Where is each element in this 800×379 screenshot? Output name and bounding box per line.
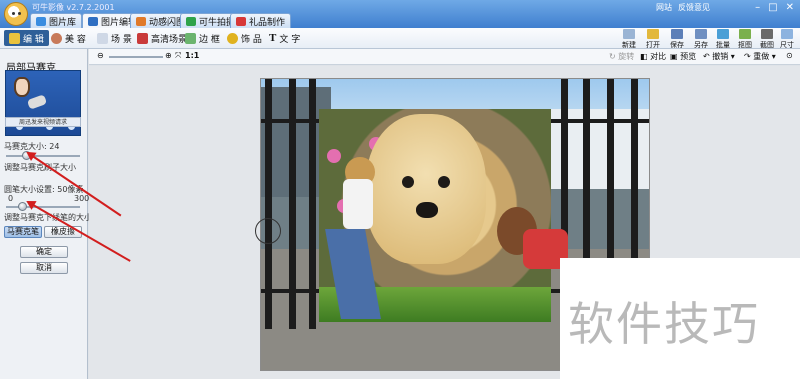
undo-button[interactable]: ↶ 撤销 ▾ — [703, 51, 735, 62]
module-text[interactable]: T 文 字 — [264, 30, 305, 46]
module-scene[interactable]: 场 景 — [92, 30, 137, 46]
zoom-out-icon[interactable]: ⊖ — [97, 51, 104, 60]
compare-button[interactable]: ◧ 对比 — [640, 51, 666, 62]
new-icon — [623, 29, 635, 39]
decoration-icon — [227, 32, 238, 44]
video-request-notice[interactable]: 周迅发来视频请求 — [5, 117, 81, 127]
fit-icon[interactable]: ⤧ — [175, 51, 181, 61]
zoom-slider-track[interactable] — [109, 56, 163, 58]
tab-image-library[interactable]: 图片库 — [30, 13, 83, 28]
mosaic-pen-button[interactable]: 马赛克笔 — [4, 226, 42, 238]
confirm-button[interactable]: 确定 — [20, 246, 68, 258]
watermark-box: 软件技巧 — [560, 258, 800, 379]
text-icon: T — [269, 32, 277, 44]
redo-button[interactable]: ↷ 重做 ▾ — [744, 51, 776, 62]
feedback-link[interactable]: 反馈意见 — [678, 2, 710, 13]
module-border[interactable]: 边 框 — [180, 30, 225, 46]
cancel-button[interactable]: 取消 — [20, 262, 68, 274]
animated-icon — [136, 16, 146, 26]
title-bar: 可牛影像 v2.7.2.2001 图片库 图片编辑 动感闪图 可牛拍摄 礼品制作… — [0, 0, 800, 28]
new-button[interactable]: 新建 — [618, 29, 640, 49]
mosaic-panel: 局部马赛克 周迅发来视频请求 马赛克大小: 24 调整马赛克刷子大小 圆笔大小设… — [0, 49, 92, 379]
resize-icon — [781, 29, 793, 39]
cutout-button[interactable]: 抠图 — [734, 29, 756, 49]
watermark-text: 软件技巧 — [568, 297, 760, 351]
camera-icon — [186, 16, 196, 26]
image-library-icon — [36, 16, 46, 26]
save-as-icon — [695, 29, 707, 39]
image-toolbar: ⊖ ⊕ ⤧ 1:1 ↻ 旋转 ◧ 对比 ▣ 预览 ↶ 撤销 ▾ ↷ 重做 ▾ ⊙ — [89, 49, 800, 65]
open-icon — [647, 29, 659, 39]
beauty-icon — [51, 32, 62, 44]
maximize-icon[interactable]: □ — [768, 2, 777, 13]
puppy-eye — [438, 176, 450, 188]
save-icon — [671, 29, 683, 39]
minimize-icon[interactable]: – — [755, 2, 760, 13]
size-hint: 调整马赛克刷子大小 — [4, 163, 76, 172]
screenshot-icon — [761, 29, 773, 39]
hd-scene-icon — [137, 32, 148, 44]
girl-left-shirt — [343, 179, 373, 229]
range-min: 0 — [8, 194, 14, 203]
website-link[interactable]: 网站 — [656, 2, 672, 13]
save-button[interactable]: 保存 — [666, 29, 688, 49]
rotate-button[interactable]: ↻ 旋转 — [609, 51, 634, 62]
image-edit-icon — [88, 16, 98, 26]
resize-button[interactable]: 尺寸 — [776, 29, 798, 49]
screenshot-button[interactable]: 截图 — [756, 29, 778, 49]
border-icon — [185, 32, 196, 44]
scene-icon — [97, 32, 108, 44]
batch-button[interactable]: 批量 — [712, 29, 734, 49]
more-icon[interactable]: ⊙ — [786, 51, 793, 60]
fixed-size-label: 圆笔大小设置: 50像素 — [4, 185, 84, 194]
puppy-nose — [416, 202, 438, 218]
puppy-eye — [402, 176, 414, 188]
open-button[interactable]: 打开 — [642, 29, 664, 49]
save-as-button[interactable]: 另存 — [690, 29, 712, 49]
module-decoration[interactable]: 饰 品 — [222, 30, 267, 46]
batch-icon — [717, 29, 729, 39]
module-toolbar: 编 辑 美 容 场 景 高清场景 边 框 饰 品 T 文 字 新建 打开 保存 … — [0, 28, 800, 49]
flower — [327, 149, 341, 163]
size-slider-track[interactable] — [6, 155, 80, 157]
preview-hand-image — [26, 94, 48, 110]
module-edit[interactable]: 编 辑 — [4, 30, 49, 46]
preview-face-image — [14, 77, 30, 97]
actual-size-button[interactable]: 1:1 — [185, 51, 199, 60]
app-logo-icon — [4, 2, 28, 26]
tab-gift[interactable]: 礼品制作 — [230, 13, 292, 28]
gift-icon — [236, 16, 246, 26]
window-controls: – □ ✕ — [755, 2, 794, 13]
window-links: 网站 反馈意见 — [656, 2, 710, 13]
zoom-in-icon[interactable]: ⊕ — [165, 51, 172, 60]
range-max: 300 — [74, 194, 90, 203]
puppy-image — [366, 114, 486, 264]
brush-cursor — [255, 218, 281, 244]
edit-icon — [9, 32, 20, 44]
close-icon[interactable]: ✕ — [786, 2, 794, 13]
preview-button[interactable]: ▣ 预览 — [670, 51, 696, 62]
module-beauty[interactable]: 美 容 — [46, 30, 91, 46]
app-title: 可牛影像 v2.7.2.2001 — [32, 3, 115, 12]
cutout-icon — [739, 29, 751, 39]
